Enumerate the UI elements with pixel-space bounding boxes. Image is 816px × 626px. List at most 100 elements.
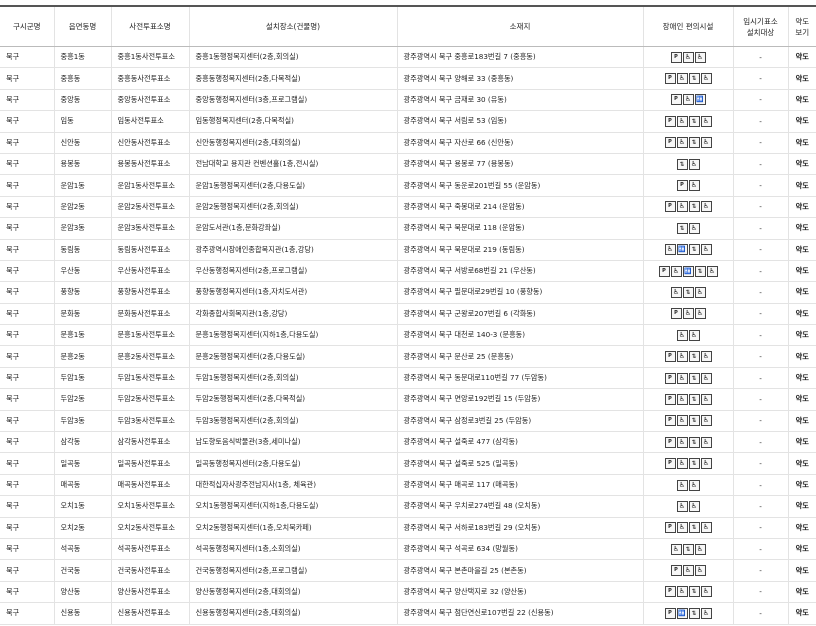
ramp-icon: ♿ [664,244,676,256]
dong-cell: 신안동 [53,132,111,154]
map-link[interactable]: 약도 [787,517,816,539]
map-link[interactable]: 약도 [787,132,816,154]
header-temp-booth: 임시기표소 설치대상 [732,5,788,47]
wheelchair-icon: ♿ [700,73,712,85]
wheelchair-icon: ♿ [694,308,706,320]
place-cell: 문흥2동행정복지센터(2층,다용도실) [188,345,397,368]
district-cell: 북구 [0,132,54,154]
district-cell: 북구 [0,581,54,604]
district-cell: 북구 [0,153,54,176]
table-row: 북구 두암2동 두암2동사전투표소 두암2동행정복지센터(2층,다목적실) 광주광역시 … [0,388,816,411]
address-cell: 광주광역시 북구 금재로 30 (유동) [396,89,643,112]
map-link[interactable]: 약도 [787,174,816,197]
facilities-cell: P ♿ ⇅ ♿ [642,388,733,411]
temp-booth-cell: - [732,474,788,497]
map-link[interactable]: 약도 [787,345,816,368]
map-link[interactable]: 약도 [787,67,816,90]
facilities-cell: ♿ ⇅ ♿ [642,281,733,304]
map-link[interactable]: 약도 [787,431,816,454]
ramp-icon: ♿ [676,73,688,85]
dong-cell: 중앙동 [53,89,111,112]
place-cell: 임동행정복지센터(2층,다목적실) [188,110,397,133]
map-link[interactable]: 약도 [787,303,816,326]
map-link[interactable]: 약도 [787,495,816,518]
map-link[interactable]: 약도 [787,239,816,261]
parking-icon: P [664,436,676,448]
temp-booth-cell: - [732,281,788,304]
district-cell: 북구 [0,324,54,347]
dong-cell: 두암1동 [53,367,111,390]
dong-cell: 오치1동 [53,495,111,518]
map-link[interactable]: 약도 [787,281,816,304]
map-link[interactable]: 약도 [787,410,816,433]
table-row: 북구 운암2동 운암2동사전투표소 운암2동행정복지센터(2층,회의실) 광주광역시 북… [0,196,816,219]
table-row: 북구 두암3동 두암3동사전투표소 두암3동행정복지센터(2층,회의실) 광주광역시 북… [0,410,816,433]
district-cell: 북구 [0,538,54,561]
station-cell: 중흥동사전투표소 [110,67,189,90]
parking-icon: P [670,308,682,320]
map-link[interactable]: 약도 [787,153,816,176]
temp-booth-cell: - [732,538,788,561]
map-link[interactable]: 약도 [787,581,816,604]
address-cell: 광주광역시 북구 문산로 25 (문흥동) [396,345,643,368]
station-cell: 신용동사전투표소 [110,602,189,625]
wheelchair-icon: ♿ [700,137,712,149]
ramp-icon: ♿ [676,393,688,405]
wheelchair-icon: ♿ [694,565,706,577]
district-cell: 북구 [0,46,54,69]
wheelchair-icon: ♿ [700,115,712,127]
header-address: 소재지 [396,5,643,47]
station-cell: 운암2동사전투표소 [110,196,189,219]
ramp-icon: ♿ [670,543,682,555]
parking-icon: P [664,351,676,363]
temp-booth-cell: - [732,89,788,112]
temp-booth-cell: - [732,110,788,133]
district-cell: 북구 [0,174,54,197]
table-row: 북구 우산동 우산동사전투표소 우산동행정복지센터(2층,프로그램실) 광주광역시 북구… [0,260,816,283]
place-cell: 문흥1동행정복지센터(지하1층,다용도실) [188,324,397,347]
table-row: 북구 두암1동 두암1동사전투표소 두암1동행정복지센터(2층,회의실) 광주광역시 북… [0,367,816,390]
dong-cell: 운암2동 [53,196,111,219]
temp-booth-cell: - [732,410,788,433]
map-link[interactable]: 약도 [787,196,816,219]
district-cell: 북구 [0,495,54,518]
address-cell: 광주광역시 북구 군왕로207번길 6 (각화동) [396,303,643,326]
facilities-cell: P ♿ ⇅ ♿ [642,452,733,475]
place-cell: 신안동행정복지센터(2층,대회의실) [188,132,397,154]
facilities-cell: P ♿ ♿ [642,46,733,69]
address-cell: 광주광역시 북구 매곡로 117 (매곡동) [396,474,643,497]
map-link[interactable]: 약도 [787,324,816,347]
map-link[interactable]: 약도 [787,452,816,475]
place-cell: 두암3동행정복지센터(2층,회의실) [188,410,397,433]
map-link[interactable]: 약도 [787,474,816,497]
map-link[interactable]: 약도 [787,110,816,133]
elevator-icon: ⇅ [688,436,700,448]
ramp-icon: ♿ [676,522,688,534]
table-row: 북구 동림동 동림동사전투표소 광주광역시장애인종합복지관(1층,강당) 광주광역시 북… [0,239,816,261]
station-cell: 석곡동사전투표소 [110,538,189,561]
map-link[interactable]: 약도 [787,388,816,411]
polling-station-table: 구시군명 읍면동명 사전투표소명 설치장소(건물명) 소재지 장애인 편의시설 … [0,5,816,625]
facilities-cell: P ♿ ⇅ ♿ [642,345,733,368]
station-cell: 문흥2동사전투표소 [110,345,189,368]
temp-booth-cell: - [732,132,788,154]
table-row: 북구 중앙동 중앙동사전투표소 중앙동행정복지센터(3층,프로그램실) 광주광역시 북구… [0,89,816,112]
wheelchair-icon: ♿ [700,458,712,470]
map-link[interactable]: 약도 [787,538,816,561]
district-cell: 북구 [0,110,54,133]
map-link[interactable]: 약도 [787,217,816,240]
dong-cell: 삼각동 [53,431,111,454]
facilities-cell: P ♿ [642,174,733,197]
temp-booth-cell: - [732,239,788,261]
header-map-line1: 약도 [795,16,810,26]
map-link[interactable]: 약도 [787,367,816,390]
map-link[interactable]: 약도 [787,260,816,283]
wheelchair-icon: ♿ [700,201,712,213]
map-link[interactable]: 약도 [787,602,816,625]
table-row: 북구 운암1동 운암1동사전투표소 운암1동행정복지센터(2층,다용도실) 광주광역시 … [0,174,816,197]
map-link[interactable]: 약도 [787,559,816,582]
map-link[interactable]: 약도 [787,46,816,69]
temp-booth-cell: - [732,367,788,390]
parking-icon: P [664,522,676,534]
map-link[interactable]: 약도 [787,89,816,112]
